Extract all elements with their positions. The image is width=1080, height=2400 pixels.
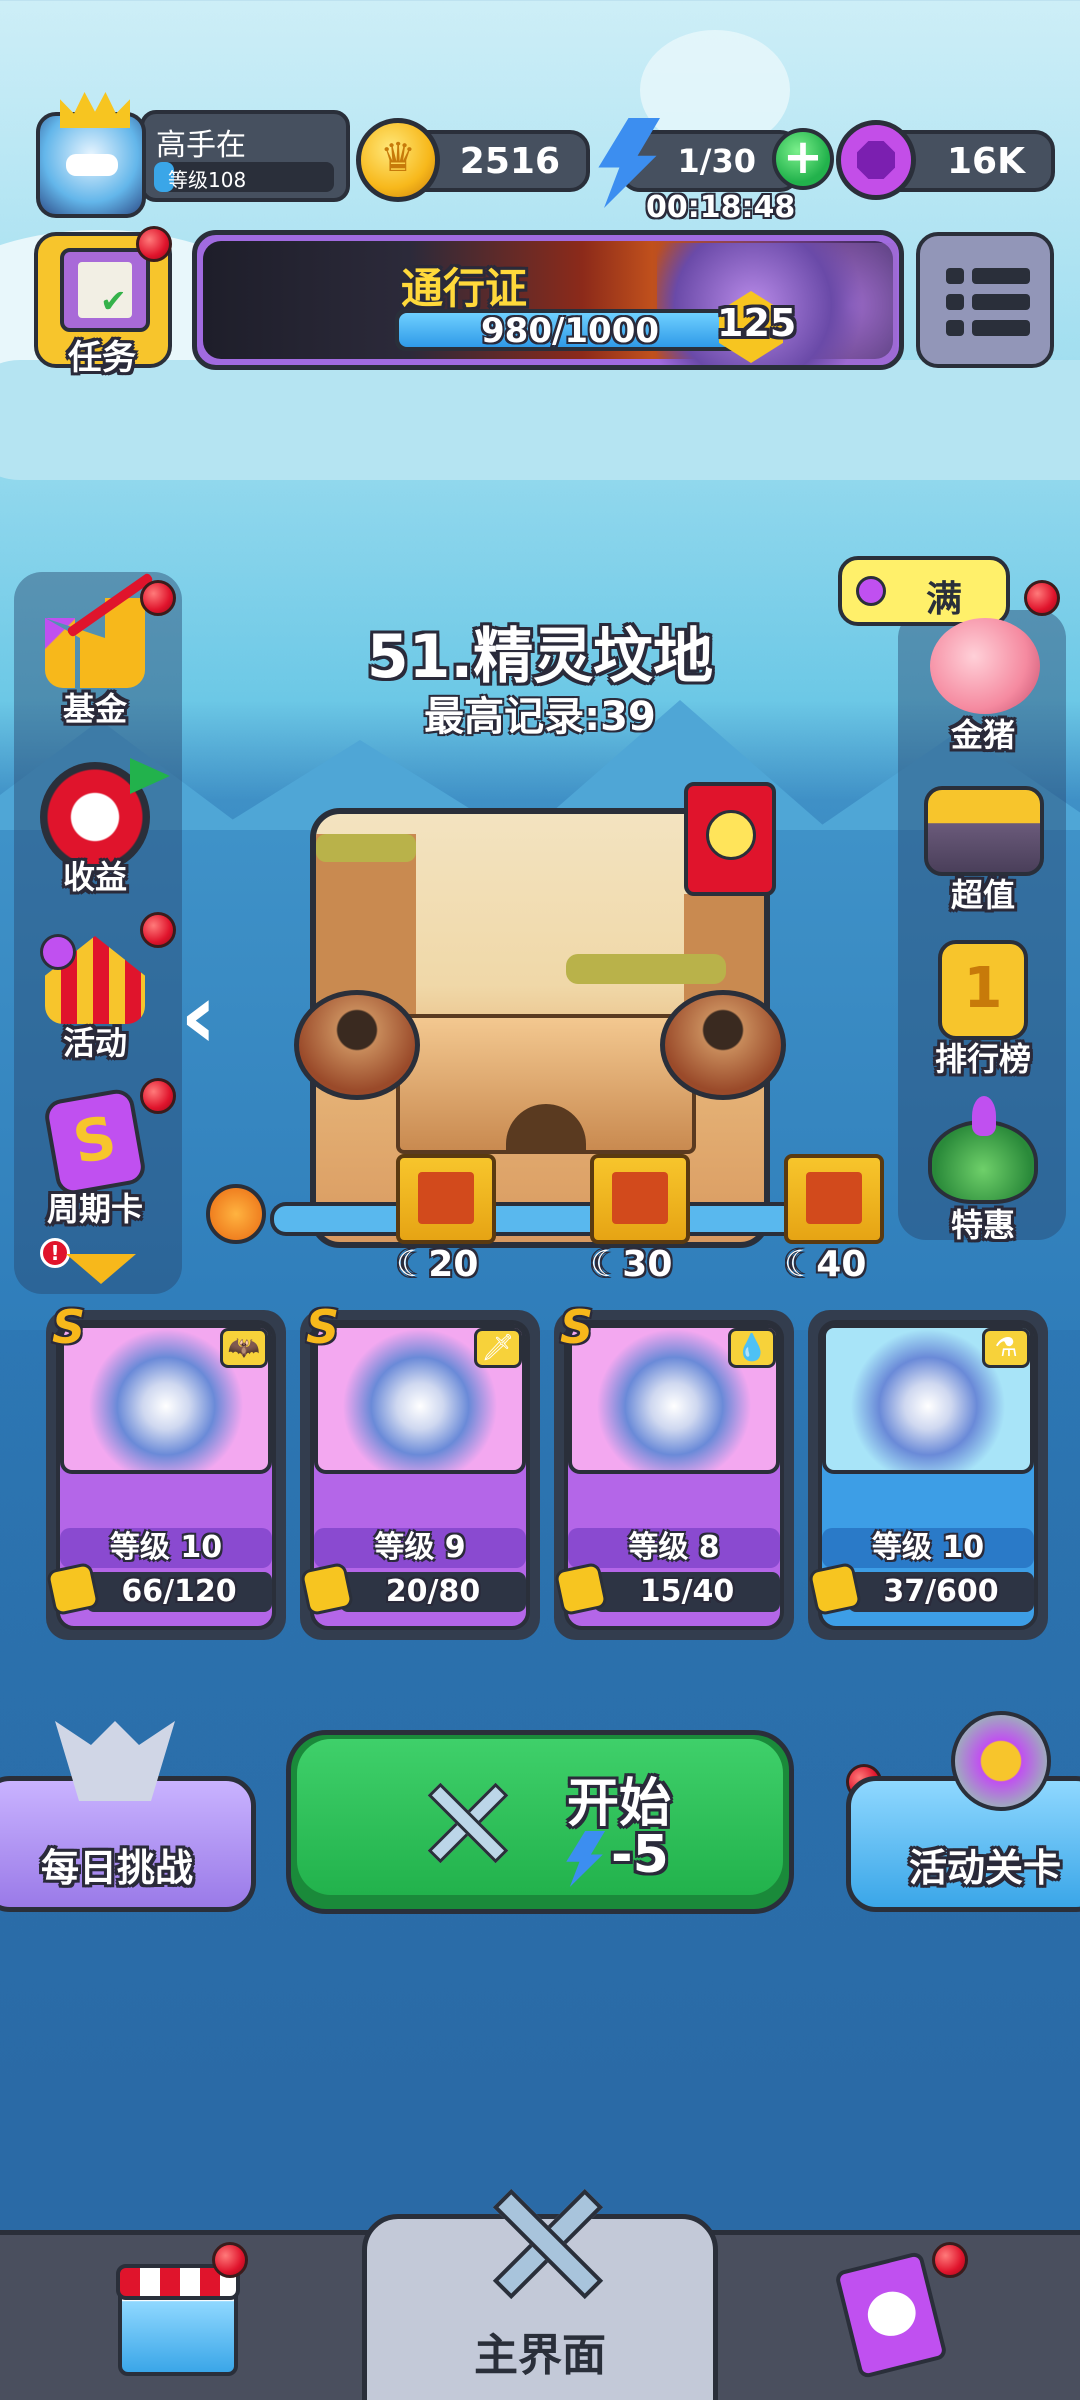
hero-element-icon: 🦇: [220, 1328, 268, 1368]
sidebar-item-special-offer[interactable]: 特惠: [908, 1096, 1058, 1246]
event-stage-label: 活动关卡: [909, 1846, 1062, 1890]
right-pot-decoration: [660, 990, 786, 1100]
main-menu-button[interactable]: [916, 232, 1054, 368]
sun-moon-icon: [206, 1184, 266, 1244]
shield-wings-icon: [55, 1721, 175, 1801]
hero-card[interactable]: 💧 S 等级 8 15/40: [553, 1300, 794, 1640]
reward-req-3: ☾40: [784, 1244, 867, 1285]
energy-timer: 00:18:48: [646, 190, 796, 225]
event-crest-icon: [951, 1711, 1051, 1811]
battle-pass-banner[interactable]: 通行证 980/1000 125: [192, 230, 904, 370]
reward-req-2: ☾30: [590, 1244, 673, 1285]
nav-main[interactable]: 主界面: [362, 2188, 718, 2400]
gold-value: 2516: [459, 140, 560, 182]
previous-stage-arrow[interactable]: ‹: [180, 972, 250, 1062]
avatar[interactable]: [20, 92, 160, 222]
hero-shards: 20/80: [340, 1572, 526, 1612]
cards-notification-dot: [932, 2242, 968, 2278]
hero-card[interactable]: 🗡 S 等级 9 20/80: [299, 1300, 540, 1640]
lightbulb-icon: [706, 810, 756, 860]
shop-notification-dot: [212, 2242, 248, 2278]
hero-element-icon: 🗡: [474, 1328, 522, 1368]
sidebar-label-earnings: 收益: [62, 858, 127, 896]
hero-card[interactable]: 🦇 S 等级 10 66/120: [45, 1300, 286, 1640]
hint-book-button[interactable]: [684, 782, 776, 896]
player-level-label: 等级108: [168, 168, 247, 192]
hero-level: 等级 10: [60, 1528, 272, 1568]
tasks-label: 任务: [68, 338, 136, 378]
hero-level: 等级 9: [314, 1528, 526, 1568]
stage-title: 51.精灵坟地: [366, 622, 714, 692]
hero-shards: 37/600: [848, 1572, 1034, 1612]
hero-shards: 66/120: [86, 1572, 272, 1612]
puzzle-piece-icon: [299, 1561, 355, 1617]
hero-level: 等级 8: [568, 1528, 780, 1568]
sidebar-label-leaderboard: 排行榜: [934, 1040, 1031, 1078]
period-card-notification-dot: [140, 1078, 176, 1114]
hero-element-icon: ⚗: [982, 1328, 1030, 1368]
reward-progress-track: [270, 1202, 830, 1236]
add-energy-button[interactable]: +: [772, 128, 834, 190]
clipboard-icon: ✔: [60, 248, 150, 332]
reward-req-1: ☾20: [396, 1244, 479, 1285]
alert-icon: !: [40, 1238, 70, 1268]
shop-icon: [116, 2264, 240, 2376]
sidebar-label-value: 超值: [950, 876, 1015, 914]
energy-value: 1/30: [677, 142, 756, 180]
daily-challenge-label: 每日挑战: [41, 1846, 194, 1890]
start-energy-cost: -5: [611, 1825, 669, 1885]
pass-progress-bar: 980/1000: [395, 309, 765, 351]
nav-main-label: 主界面: [474, 2330, 606, 2381]
sidebar-label-period-card: 周期卡: [46, 1190, 143, 1228]
player-panel[interactable]: 高手在 等级108: [140, 110, 350, 202]
start-button[interactable]: 开始 -5: [286, 1730, 794, 1914]
hero-rank: S: [52, 1300, 86, 1354]
period-card-icon: S: [42, 1086, 148, 1198]
event-stage-button[interactable]: 活动关卡: [846, 1711, 1080, 1912]
left-pot-decoration: [294, 990, 420, 1100]
reward-chest-2[interactable]: [590, 1154, 690, 1244]
tasks-notification-dot: [136, 226, 172, 262]
sidebar-item-leaderboard[interactable]: 1 排行榜: [908, 930, 1058, 1080]
event-notification-dot: [140, 912, 176, 948]
sidebar-item-value[interactable]: 超值: [908, 766, 1058, 916]
hero-level: 等级 10: [822, 1528, 1034, 1568]
puzzle-piece-icon: [45, 1561, 101, 1617]
player-level-bar: 等级108: [154, 162, 334, 192]
leaderboard-icon: 1: [938, 940, 1028, 1040]
hero-shards: 15/40: [594, 1572, 780, 1612]
sidebar-label-event: 活动: [62, 1024, 127, 1062]
gold-coin-icon: ♛: [356, 118, 440, 202]
daily-challenge-button[interactable]: 每日挑战: [0, 1721, 256, 1912]
pass-level: 125: [717, 301, 797, 345]
sidebar-item-earnings[interactable]: 收益: [20, 748, 170, 898]
gem-icon: [836, 120, 916, 200]
value-chest-icon: [924, 786, 1044, 876]
gem-value: 16K: [947, 140, 1025, 182]
menu-list-icon: [946, 268, 1030, 338]
main-swords-icon: [485, 2179, 605, 2300]
hero-rank: S: [560, 1300, 594, 1354]
crossed-swords-icon: [421, 1775, 511, 1865]
hero-card[interactable]: ⚗ 等级 10 37/600: [807, 1310, 1048, 1640]
reward-chest-3[interactable]: [784, 1154, 884, 1244]
player-name: 高手在: [156, 128, 246, 163]
hero-element-icon: 💧: [728, 1328, 776, 1368]
stage-best-record: 最高记录:39: [424, 694, 656, 740]
puzzle-piece-icon: [553, 1561, 609, 1617]
pass-title: 通行证: [401, 264, 528, 313]
reward-chest-1[interactable]: [396, 1154, 496, 1244]
sidebar-label-special-offer: 特惠: [950, 1206, 1015, 1244]
cards-icon: [834, 2250, 948, 2380]
pass-progress-text: 980/1000: [481, 311, 660, 351]
hero-rank: S: [306, 1300, 340, 1354]
puzzle-piece-icon: [807, 1561, 863, 1617]
